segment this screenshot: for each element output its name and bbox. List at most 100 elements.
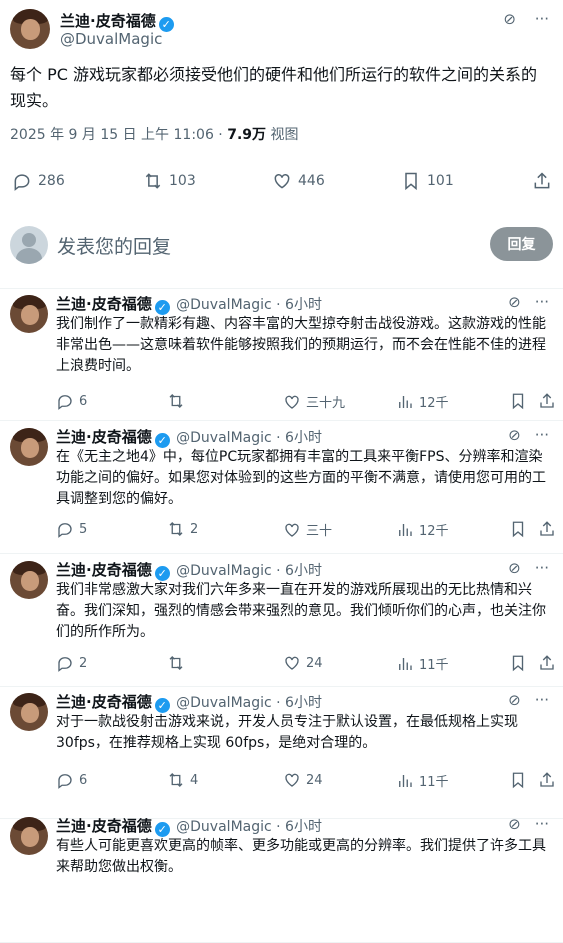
reply-icon (58, 657, 72, 672)
heart-icon (274, 173, 290, 189)
share-icon (540, 393, 554, 408)
more-icon[interactable]: ··· (535, 293, 549, 311)
author-name[interactable]: 兰迪·皮奇福德 ✓ (60, 10, 174, 32)
bookmark-button[interactable]: 101 (401, 171, 454, 191)
more-icon[interactable]: ··· (535, 815, 549, 833)
repost-button[interactable]: 4 (167, 771, 198, 789)
repost-button[interactable] (167, 654, 190, 672)
post-stats: 286 103 446 101 (0, 171, 563, 197)
reply-text: 我们制作了一款精彩有趣、内容丰富的大型掠夺射击战役游戏。这款游戏的性能非常出色—… (56, 316, 546, 374)
verified-badge-icon: ✓ (154, 566, 170, 581)
share-button[interactable] (538, 520, 561, 538)
reply-actions: 2 24 11千 (0, 654, 563, 674)
reply-actions: 5 2 三十 12千 (0, 520, 563, 540)
reply-author-name[interactable]: 兰迪·皮奇福德 (56, 693, 152, 711)
more-icon[interactable]: ··· (535, 426, 549, 444)
verified-badge-icon: ✓ (154, 698, 170, 713)
more-icon[interactable]: ··· (535, 691, 549, 709)
views-button[interactable]: 11千 (396, 654, 449, 673)
reply-tweet[interactable]: 兰迪·皮奇福德 ✓ @DuvalMagic · 6小时 ⊘ ··· 在《无主之地4》中，… (0, 422, 563, 554)
post-text: 每个 PC 游戏玩家都必须接受他们的硬件和他们所运行的软件之间的关系的现实。 (10, 65, 537, 110)
view-count: 7.9万 (227, 127, 267, 143)
like-button[interactable]: 24 (283, 654, 323, 672)
reply-text: 有些人可能更喜欢更高的帧率、更多功能或更高的分辨率。我们提供了许多工具来帮助您做… (56, 838, 546, 875)
grok-icon[interactable]: ⊘ (508, 559, 521, 577)
repost-icon (169, 656, 183, 670)
views-button[interactable]: 11千 (396, 771, 449, 790)
reply-author-name[interactable]: 兰迪·皮奇福德 (56, 817, 152, 835)
reply-tweet[interactable]: 兰迪·皮奇福德 ✓ @DuvalMagic · 6小时 ⊘ ··· 我们制作了一款精彩有… (0, 289, 563, 421)
grok-icon[interactable]: ⊘ (508, 815, 521, 833)
bookmark-button[interactable] (509, 520, 532, 538)
repost-button[interactable]: 103 (143, 171, 196, 191)
reply-author-handle[interactable]: @DuvalMagic · 6小时 (176, 819, 322, 835)
reply-count-button[interactable]: 6 (56, 771, 87, 789)
reply-count-button[interactable]: 286 (12, 171, 65, 191)
like-button[interactable]: 三十九 (283, 392, 345, 411)
reply-author-handle[interactable]: @DuvalMagic · 6小时 (176, 430, 322, 446)
more-icon[interactable]: ··· (535, 10, 549, 28)
post-meta: 2025 年 9 月 15 日 上午 11:06 · 7.9万 视图 (10, 127, 299, 143)
grok-icon[interactable]: ⊘ (508, 293, 521, 311)
reply-author-name[interactable]: 兰迪·皮奇福德 (56, 428, 152, 446)
reply-author-avatar[interactable] (10, 693, 48, 731)
repost-icon (169, 522, 183, 536)
reply-author-avatar[interactable] (10, 295, 48, 333)
reply-composer: 发表您的回复 回复 (0, 210, 563, 280)
bookmark-icon (512, 393, 524, 410)
current-user-avatar (10, 226, 48, 264)
reply-author-name[interactable]: 兰迪·皮奇福德 (56, 561, 152, 579)
share-button[interactable] (538, 392, 561, 410)
reply-author-avatar[interactable] (10, 428, 48, 466)
grok-icon[interactable]: ⊘ (508, 426, 521, 444)
bookmark-button[interactable] (509, 392, 532, 410)
reply-author-avatar[interactable] (10, 817, 48, 855)
grok-icon[interactable]: ⊘ (503, 10, 516, 28)
post-date[interactable]: 2025 年 9 月 15 日 上午 11:06 (10, 127, 214, 143)
share-button[interactable] (538, 771, 561, 789)
author-handle[interactable]: @DuvalMagic (60, 30, 162, 48)
views-bar-icon (399, 774, 412, 787)
reply-count-button[interactable]: 6 (56, 392, 87, 410)
reply-author-avatar[interactable] (10, 561, 48, 599)
like-button[interactable]: 三十 (283, 520, 332, 539)
share-button[interactable] (532, 171, 558, 191)
main-post: 兰迪·皮奇福德 ✓ @DuvalMagic ⊘ ··· 每个 PC 游戏玩家都必须… (0, 0, 563, 289)
bookmark-button[interactable] (509, 654, 532, 672)
views-bar-icon (399, 523, 412, 536)
views-label: 视图 (266, 127, 299, 143)
reply-input[interactable]: 发表您的回复 (57, 232, 171, 259)
reply-text: 在《无主之地4》中，每位PC玩家都拥有丰富的工具来平衡FPS、分辨率和渲染功能之… (56, 449, 546, 507)
bookmark-icon (512, 521, 524, 538)
reply-author-handle[interactable]: @DuvalMagic · 6小时 (176, 695, 322, 711)
repost-button[interactable]: 2 (167, 520, 198, 538)
author-avatar[interactable] (10, 9, 50, 49)
views-button[interactable]: 12千 (396, 520, 449, 539)
like-button[interactable]: 446 (272, 171, 325, 191)
repost-button[interactable] (167, 392, 190, 410)
more-icon[interactable]: ··· (535, 559, 549, 577)
reply-count-button[interactable]: 5 (56, 520, 87, 538)
repost-icon (169, 394, 183, 408)
verified-badge-icon: ✓ (154, 433, 170, 448)
reply-icon (58, 774, 72, 789)
reply-actions: 6 4 24 11千 (0, 771, 563, 791)
reply-tweet[interactable]: 兰迪·皮奇福德 ✓ @DuvalMagic · 6小时 ⊘ ··· 有些人可能更喜欢更高… (0, 811, 563, 943)
reply-author-handle[interactable]: @DuvalMagic · 6小时 (176, 297, 322, 313)
heart-icon (285, 656, 299, 670)
grok-icon[interactable]: ⊘ (508, 691, 521, 709)
reply-button[interactable]: 回复 (490, 227, 553, 261)
like-button[interactable]: 24 (283, 771, 323, 789)
reply-icon (14, 174, 30, 191)
reply-text: 我们非常感激大家对我们六年多来一直在开发的游戏所展现出的无比热情和兴奋。我们深知… (56, 582, 546, 640)
reply-tweet[interactable]: 兰迪·皮奇福德 ✓ @DuvalMagic · 6小时 ⊘ ··· 对于一款战役射击游戏… (0, 687, 563, 819)
bookmark-button[interactable] (509, 771, 532, 789)
share-button[interactable] (538, 654, 561, 672)
reply-author-name[interactable]: 兰迪·皮奇福德 (56, 295, 152, 313)
bookmark-icon (512, 772, 524, 789)
reply-tweet[interactable]: 兰迪·皮奇福德 ✓ @DuvalMagic · 6小时 ⊘ ··· 我们非常感激大家对我… (0, 555, 563, 687)
reply-author-handle[interactable]: @DuvalMagic · 6小时 (176, 563, 322, 579)
share-icon (540, 521, 554, 536)
views-button[interactable]: 12千 (396, 392, 449, 411)
reply-count-button[interactable]: 2 (56, 654, 87, 672)
